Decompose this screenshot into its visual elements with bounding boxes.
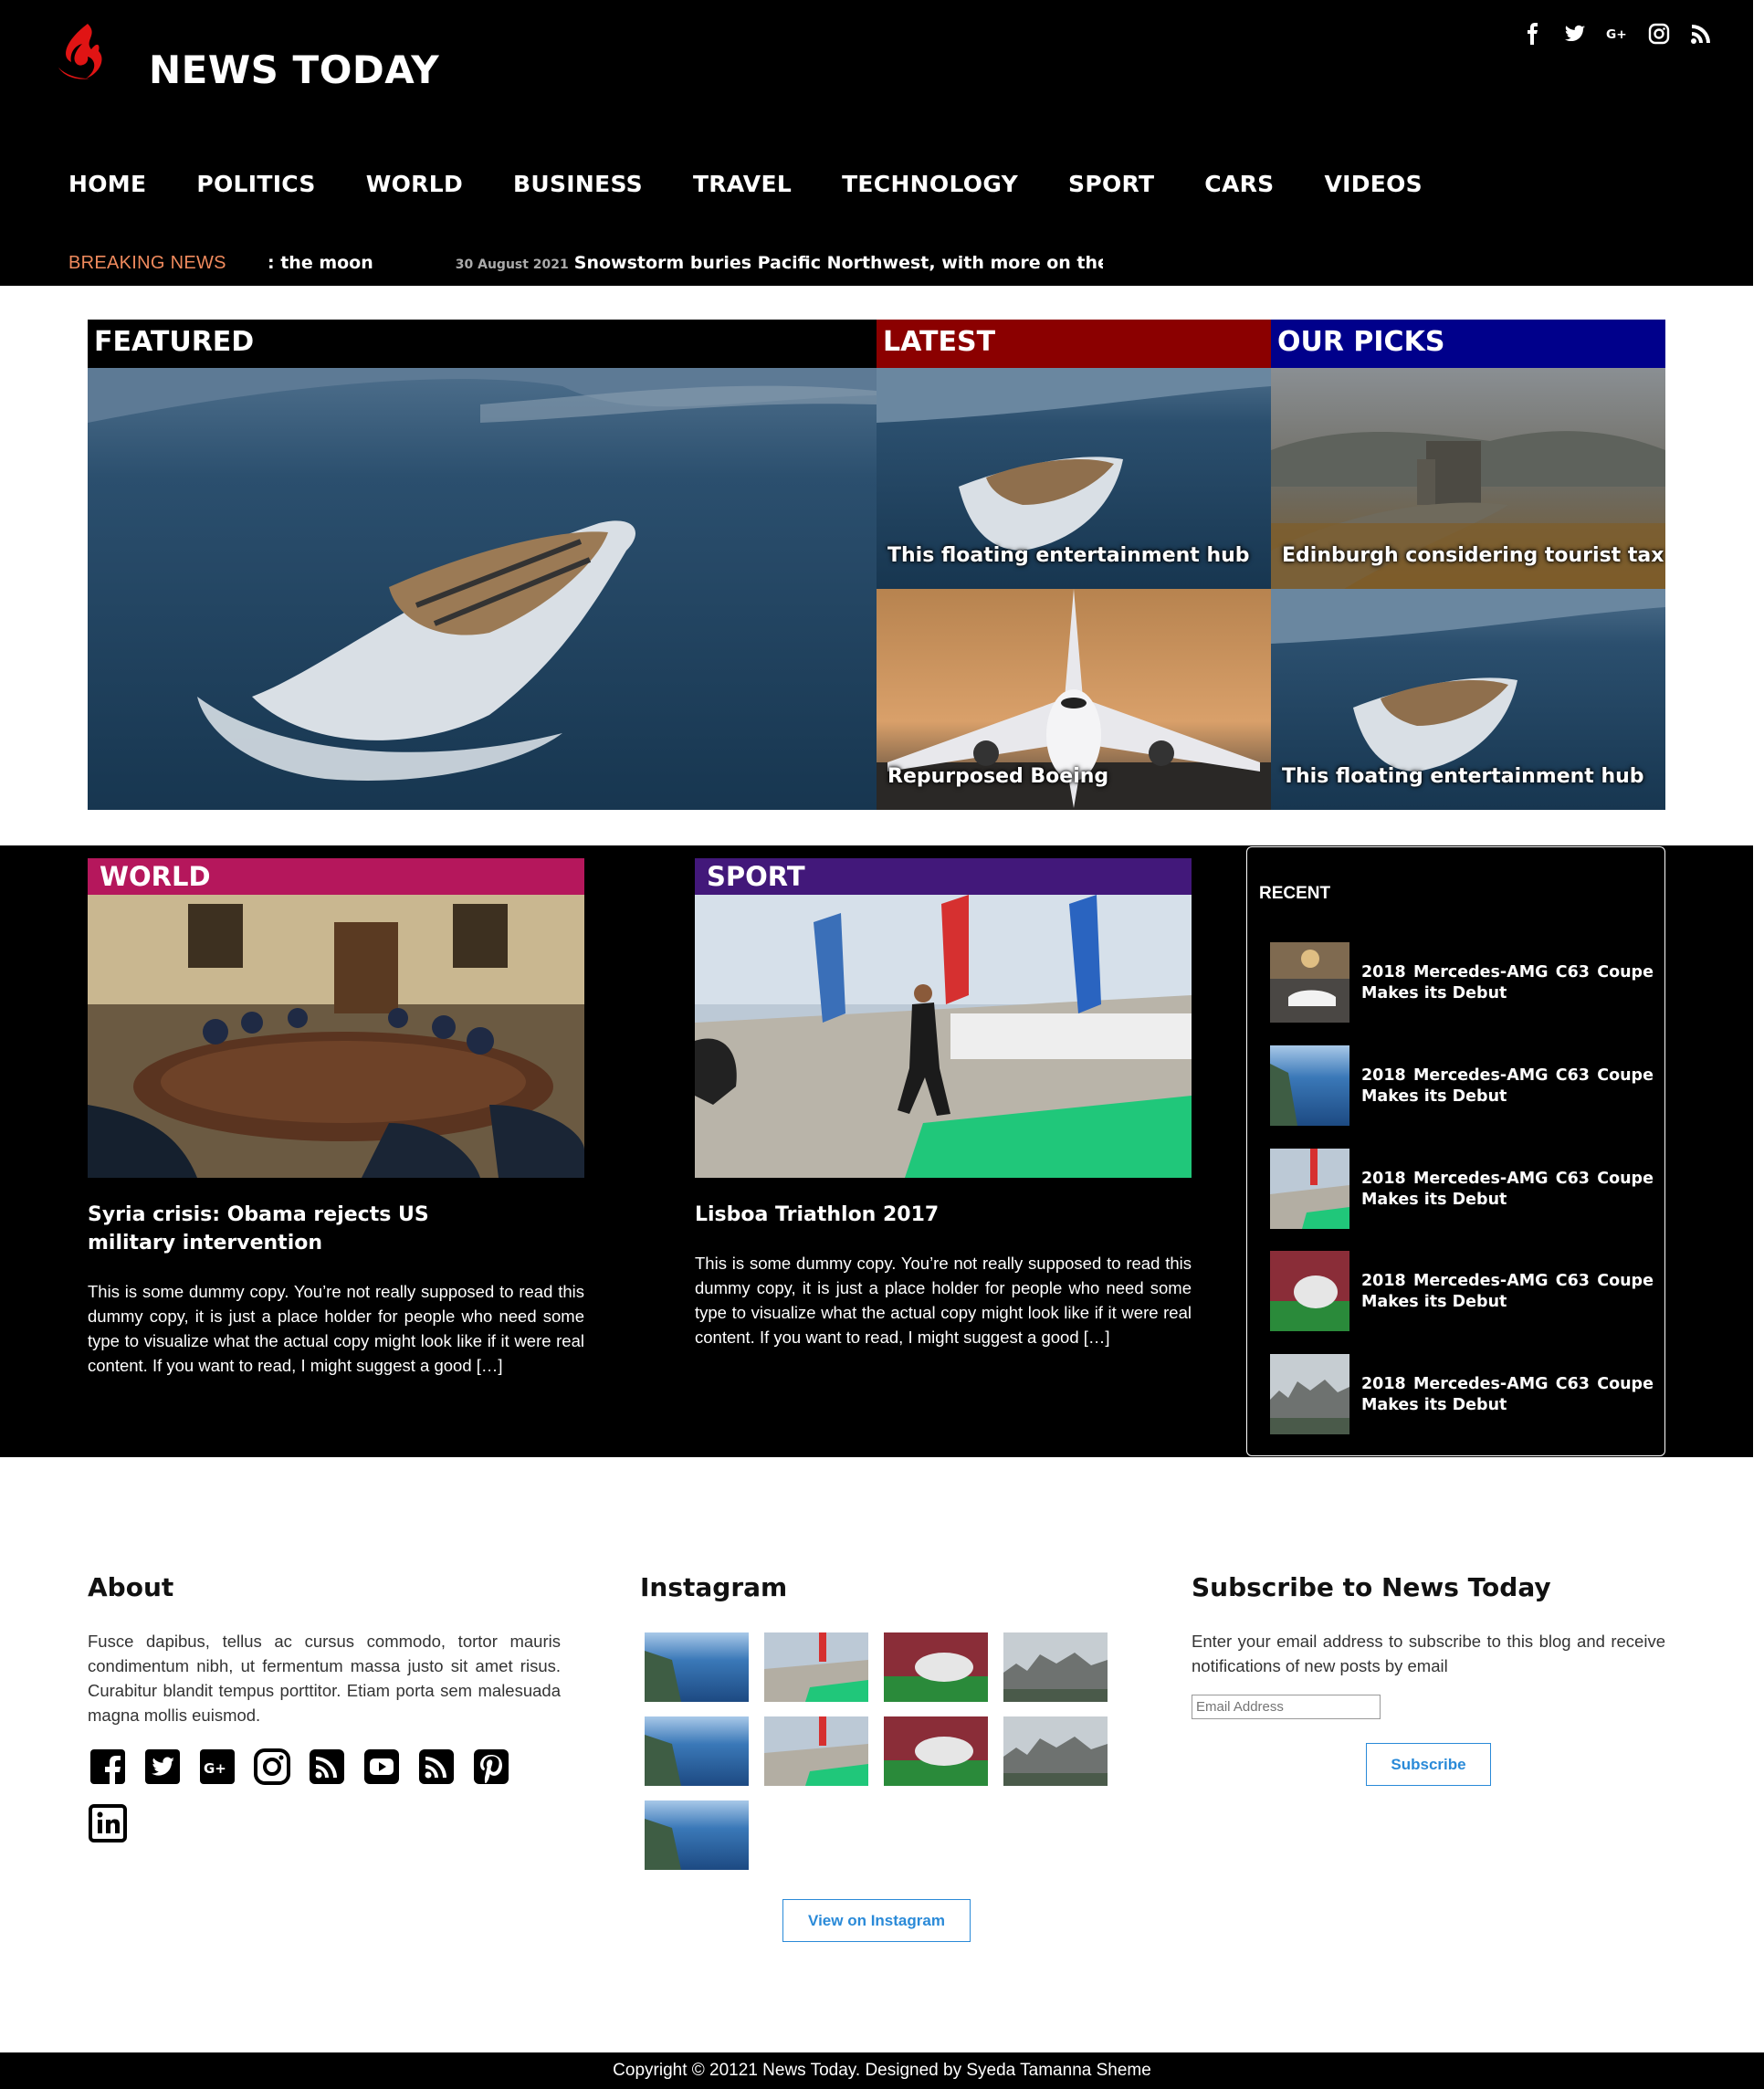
- latest-tile-caption[interactable]: This floating entertainment hub: [887, 544, 1250, 567]
- sport-post-title[interactable]: Lisboa Triathlon 2017: [695, 1201, 1192, 1229]
- instagram-photo[interactable]: [884, 1716, 988, 1786]
- recent-post-thumbnail[interactable]: [1270, 1045, 1349, 1126]
- main-navigation: HOME POLITICS WORLD BUSINESS TRAVEL TECH…: [68, 171, 1473, 197]
- recent-post[interactable]: 2018 Mercedes-AMG C63 Coupe Makes its Debut: [1270, 1354, 1654, 1434]
- instagram-title: Instagram: [640, 1572, 788, 1602]
- nav-travel[interactable]: TRAVEL: [693, 171, 792, 197]
- world-post-image[interactable]: [88, 895, 584, 1178]
- nav-business[interactable]: BUSINESS: [513, 171, 643, 197]
- linkedin-icon[interactable]: [88, 1803, 128, 1843]
- site-header: NEWS TODAY G+ HOME POLITICS WORLD BUSINE…: [0, 0, 1753, 286]
- nav-cars[interactable]: CARS: [1204, 171, 1274, 197]
- instagram-photo[interactable]: [764, 1632, 868, 1702]
- instagram-photo[interactable]: [645, 1800, 749, 1870]
- instagram-photo[interactable]: [884, 1632, 988, 1702]
- site-title[interactable]: NEWS TODAY: [149, 47, 439, 92]
- header-social-links: G+: [1522, 23, 1712, 45]
- recent-post-title[interactable]: 2018 Mercedes-AMG C63 Coupe Makes its Debut: [1361, 1374, 1654, 1416]
- nav-world[interactable]: WORLD: [366, 171, 463, 197]
- recent-posts-widget: RECENT 2018 Mercedes-AMG C63 Coupe Makes it…: [1246, 846, 1665, 1456]
- world-post-excerpt: This is some dummy copy. You’re not real…: [88, 1282, 584, 1375]
- instagram-photo[interactable]: [645, 1632, 749, 1702]
- recent-post-title[interactable]: 2018 Mercedes-AMG C63 Coupe Makes its Debut: [1361, 1271, 1654, 1313]
- facebook-icon[interactable]: [1522, 23, 1544, 45]
- recent-post-thumbnail[interactable]: [1270, 1354, 1349, 1434]
- nav-videos[interactable]: VIDEOS: [1324, 171, 1423, 197]
- breaking-news-ticker[interactable]: : the moon 30 August 2021 Snowstorm buries…: [268, 253, 1103, 277]
- nav-politics[interactable]: POLITICS: [196, 171, 315, 197]
- latest-tile[interactable]: Repurposed Boeing: [877, 589, 1271, 810]
- google-plus-icon[interactable]: G+: [1606, 23, 1628, 45]
- latest-tile-caption[interactable]: Repurposed Boeing: [887, 765, 1108, 788]
- our-picks-tile[interactable]: This floating entertainment hub: [1271, 589, 1665, 810]
- featured-image[interactable]: [88, 368, 877, 810]
- google-plus-icon[interactable]: G+: [197, 1747, 237, 1787]
- facebook-icon[interactable]: [88, 1747, 128, 1787]
- world-post-title[interactable]: Syria crisis: Obama rejects US military …: [88, 1201, 508, 1257]
- instagram-photo[interactable]: [1003, 1716, 1108, 1786]
- our-picks-tile-caption[interactable]: Edinburgh considering tourist tax: [1282, 544, 1664, 567]
- sport-post-excerpt: This is some dummy copy. You’re not real…: [695, 1254, 1192, 1347]
- recent-title: RECENT: [1259, 884, 1331, 903]
- sport-category-heading[interactable]: SPORT: [695, 858, 1192, 895]
- recent-post[interactable]: 2018 Mercedes-AMG C63 Coupe Makes its Debut: [1270, 1251, 1654, 1331]
- about-title: About: [88, 1572, 174, 1602]
- sport-post-image[interactable]: [695, 895, 1192, 1178]
- email-address-input[interactable]: [1192, 1695, 1381, 1719]
- recent-post-title[interactable]: 2018 Mercedes-AMG C63 Coupe Makes its Debut: [1361, 1065, 1654, 1107]
- subscribe-button[interactable]: Subscribe: [1366, 1743, 1491, 1786]
- breaking-news-label: BREAKING NEWS: [68, 253, 226, 273]
- ticker-headline[interactable]: Snowstorm buries Pacific Northwest, with…: [574, 253, 1103, 273]
- our-picks-tile-caption[interactable]: This floating entertainment hub: [1282, 765, 1644, 788]
- our-picks-heading: OUR PICKS: [1271, 320, 1665, 368]
- recent-post-thumbnail[interactable]: [1270, 942, 1349, 1023]
- featured-heading: FEATURED: [88, 320, 877, 368]
- subscribe-text: Enter your email address to subscribe to…: [1192, 1632, 1665, 1675]
- twitter-icon[interactable]: [1564, 23, 1586, 45]
- copyright-bar: Copyright © 20121 News Today. Designed b…: [0, 2052, 1764, 2089]
- ticker-date: 30 August 2021: [455, 257, 569, 272]
- recent-post[interactable]: 2018 Mercedes-AMG C63 Coupe Makes its Debut: [1270, 1045, 1654, 1126]
- instagram-photo[interactable]: [1003, 1632, 1108, 1702]
- recent-post-thumbnail[interactable]: [1270, 1251, 1349, 1331]
- recent-post-title[interactable]: 2018 Mercedes-AMG C63 Coupe Makes its Debut: [1361, 1169, 1654, 1211]
- copyright-text: Copyright © 20121 News Today. Designed b…: [613, 2061, 1151, 2080]
- subscribe-title: Subscribe to News Today: [1192, 1572, 1551, 1602]
- nav-sport[interactable]: SPORT: [1068, 171, 1154, 197]
- about-social-icons: G+: [88, 1747, 562, 1843]
- nav-home[interactable]: HOME: [68, 171, 146, 197]
- view-on-instagram-button[interactable]: View on Instagram: [782, 1899, 971, 1942]
- latest-tile[interactable]: This floating entertainment hub: [877, 368, 1271, 589]
- ticker-lead[interactable]: : the moon: [268, 253, 373, 273]
- youtube-icon[interactable]: [362, 1747, 402, 1787]
- world-category-heading[interactable]: WORLD: [88, 858, 584, 895]
- instagram-icon[interactable]: [252, 1747, 292, 1787]
- svg-text:G+: G+: [204, 1760, 226, 1777]
- recent-post-thumbnail[interactable]: [1270, 1149, 1349, 1229]
- svg-text:G+: G+: [1606, 27, 1627, 42]
- recent-post[interactable]: 2018 Mercedes-AMG C63 Coupe Makes its Debut: [1270, 1149, 1654, 1229]
- pinterest-icon[interactable]: [471, 1747, 511, 1787]
- instagram-photo[interactable]: [764, 1716, 868, 1786]
- twitter-icon[interactable]: [142, 1747, 183, 1787]
- latest-heading: LATEST: [877, 320, 1271, 368]
- nav-technology[interactable]: TECHNOLOGY: [842, 171, 1018, 197]
- rss-icon[interactable]: [307, 1747, 347, 1787]
- instagram-icon[interactable]: [1648, 23, 1670, 45]
- recent-post[interactable]: 2018 Mercedes-AMG C63 Coupe Makes its Debut: [1270, 942, 1654, 1023]
- recent-post-title[interactable]: 2018 Mercedes-AMG C63 Coupe Makes its Debut: [1361, 962, 1654, 1004]
- instagram-photo[interactable]: [645, 1716, 749, 1786]
- our-picks-tile[interactable]: Edinburgh considering tourist tax: [1271, 368, 1665, 589]
- flame-logo-icon[interactable]: [53, 22, 117, 82]
- rss-icon[interactable]: [1690, 23, 1712, 45]
- rss-icon[interactable]: [416, 1747, 457, 1787]
- about-text: Fusce dapibus, tellus ac cursus commodo,…: [88, 1632, 561, 1725]
